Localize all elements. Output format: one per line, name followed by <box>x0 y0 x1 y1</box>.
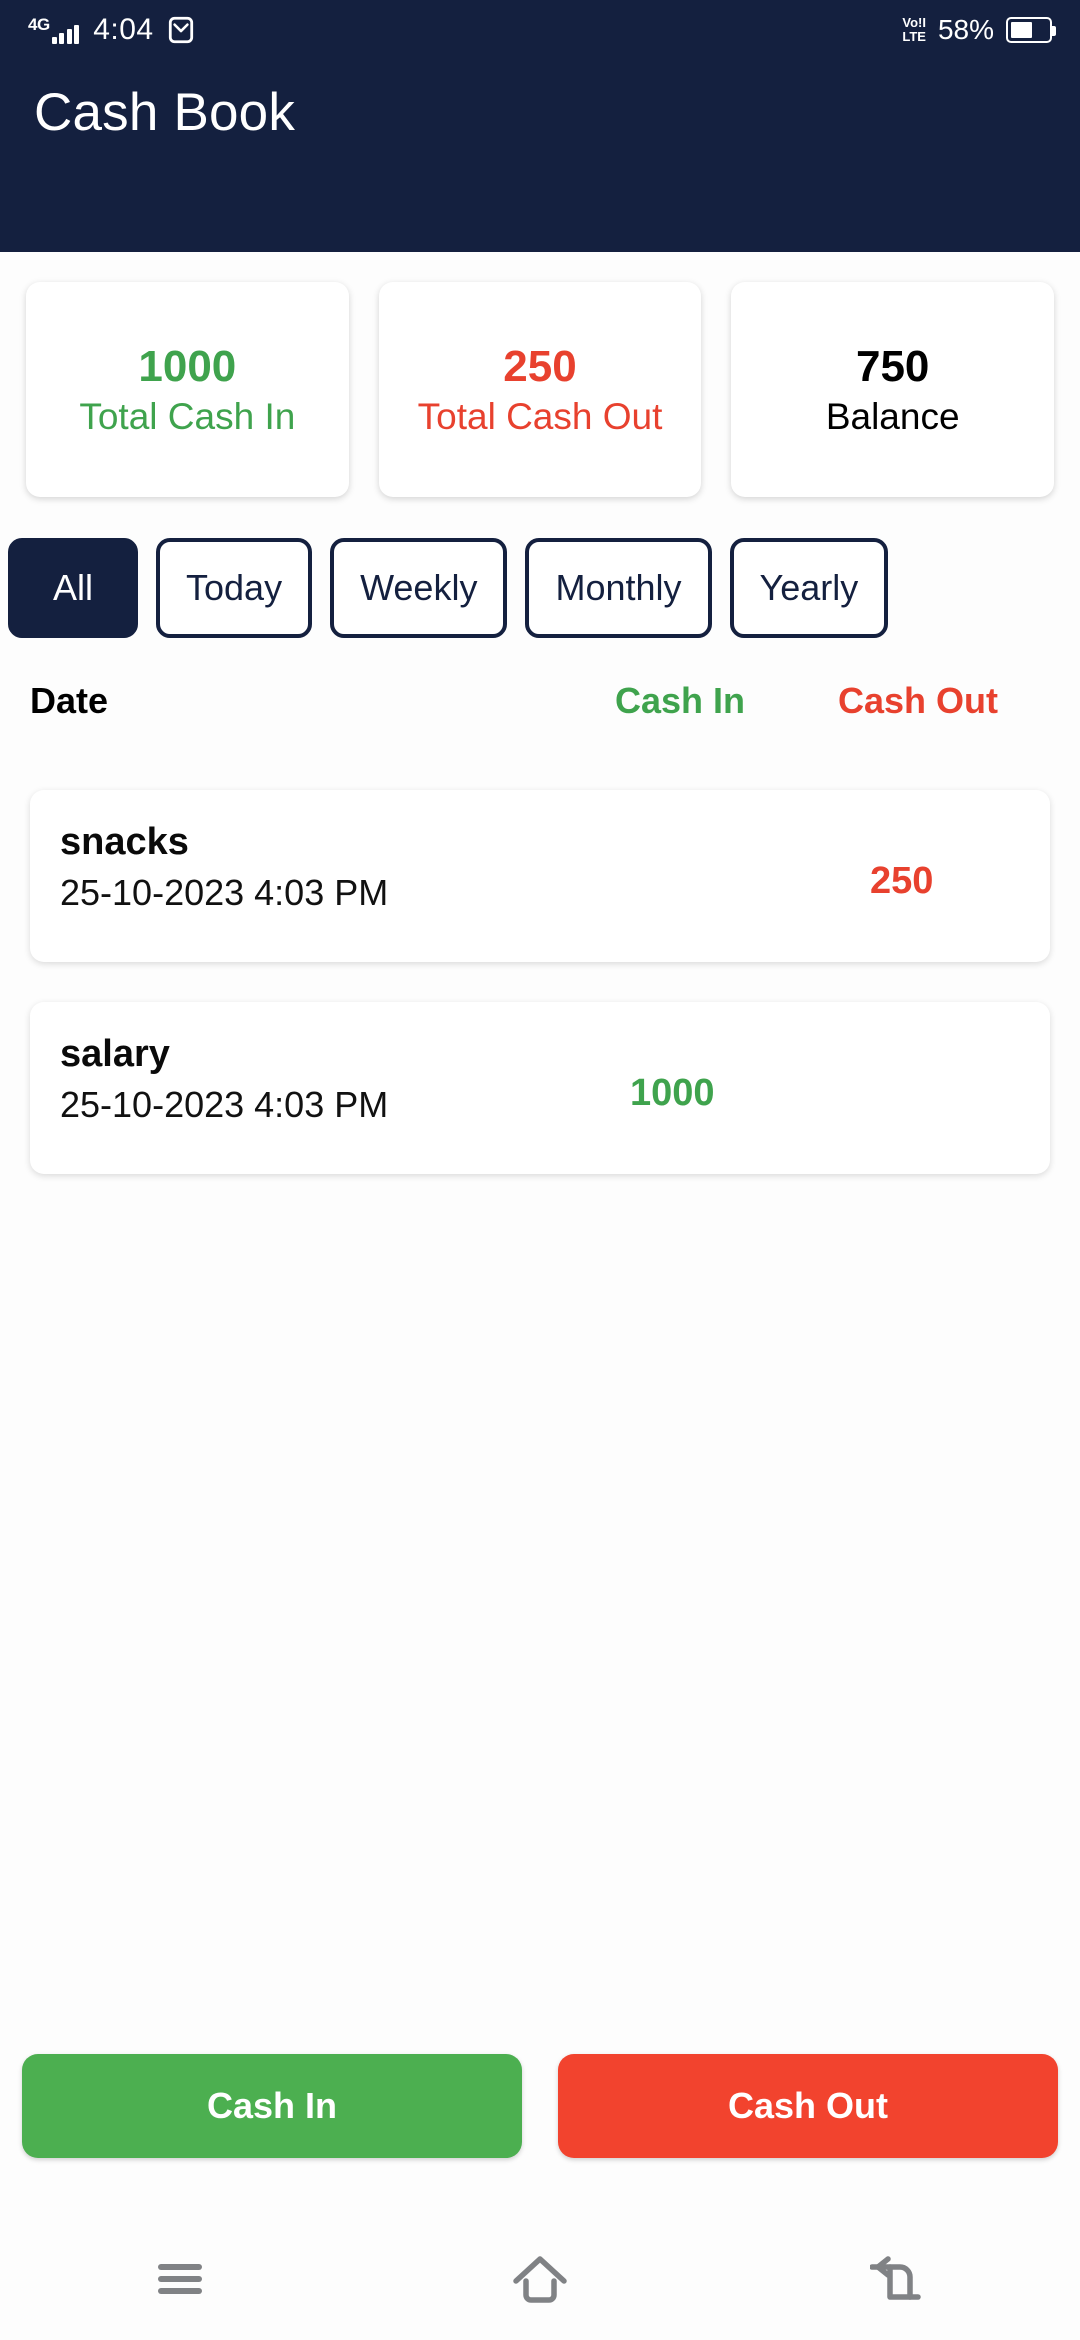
envelope-icon <box>168 16 193 44</box>
table-column-headers: Date Cash In Cash Out <box>0 668 1080 734</box>
status-bar-left: 4G 4:04 <box>28 15 194 45</box>
cash-in-button[interactable]: Cash In <box>22 2054 522 2158</box>
transaction-cash-in-amount: 1000 <box>630 1072 715 1114</box>
battery-percent-label: 58% <box>937 14 994 45</box>
summary-cards: 1000 Total Cash In 250 Total Cash Out 75… <box>0 282 1080 497</box>
filter-chip-row: All Today Weekly Monthly Yearly <box>0 514 1080 662</box>
table-row[interactable]: salary 25-10-2023 4:03 PM 1000 <box>30 1002 1050 1174</box>
balance-value: 750 <box>855 341 930 391</box>
column-header-cash-in: Cash In <box>615 680 746 721</box>
signal-strength-icon: 4G <box>28 15 80 44</box>
summary-card-total-cash-out[interactable]: 250 Total Cash Out <box>378 282 702 497</box>
transaction-list: snacks 25-10-2023 4:03 PM 250 salary 25-… <box>0 790 1080 1214</box>
column-header-date: Date <box>30 680 109 721</box>
summary-card-balance[interactable]: 750 Balance <box>731 282 1055 497</box>
battery-icon <box>1006 17 1056 43</box>
cash-out-button[interactable]: Cash Out <box>558 2054 1058 2158</box>
transaction-title: snacks <box>60 821 189 863</box>
filter-chip-monthly[interactable]: Monthly <box>525 538 712 638</box>
total-cash-out-value: 250 <box>503 341 577 391</box>
home-button[interactable] <box>440 2218 640 2340</box>
filter-chip-weekly[interactable]: Weekly <box>330 538 508 638</box>
total-cash-in-label: Total Cash In <box>79 395 296 437</box>
total-cash-out-label: Total Cash Out <box>417 395 663 437</box>
status-bar-right: VoǃI LTE 58% <box>902 14 1056 45</box>
transaction-title: salary <box>60 1033 170 1075</box>
filter-chip-yearly[interactable]: Yearly <box>729 538 889 638</box>
total-cash-in-value: 1000 <box>138 341 237 391</box>
column-header-cash-out: Cash Out <box>838 680 999 721</box>
balance-label: Balance <box>825 395 960 437</box>
transaction-cash-out-amount: 250 <box>870 860 934 902</box>
transaction-datetime: 25-10-2023 4:03 PM <box>60 1083 389 1125</box>
summary-card-total-cash-in[interactable]: 1000 Total Cash In <box>26 282 349 497</box>
status-bar: 4G 4:04 VoǃI LTE 58% <box>0 0 1080 60</box>
back-icon <box>870 2256 921 2300</box>
network-type-label: 4G <box>28 15 50 34</box>
signal-bars-icon <box>51 22 80 44</box>
table-row[interactable]: snacks 25-10-2023 4:03 PM 250 <box>30 790 1050 962</box>
app-bar: 4G 4:04 VoǃI LTE 58% Cash Book <box>0 0 1080 252</box>
filter-chip-today[interactable]: Today <box>156 538 313 638</box>
android-navigation-bar <box>0 2218 1080 2340</box>
filter-chip-all[interactable]: All <box>8 538 138 638</box>
page-title: Cash Book <box>34 83 296 142</box>
menu-icon <box>158 2264 202 2294</box>
volte-icon: VoǃI LTE <box>902 16 926 43</box>
back-button[interactable] <box>800 2218 1000 2340</box>
phone-screen: 4G 4:04 VoǃI LTE 58% Cash Book 1000 Tota… <box>0 0 1080 2340</box>
home-icon <box>513 2256 567 2303</box>
bottom-action-bar: Cash In Cash Out <box>0 2054 1080 2158</box>
volte-line-2: LTE <box>902 29 926 44</box>
recents-button[interactable] <box>80 2218 280 2340</box>
status-clock: 4:04 <box>93 13 154 46</box>
